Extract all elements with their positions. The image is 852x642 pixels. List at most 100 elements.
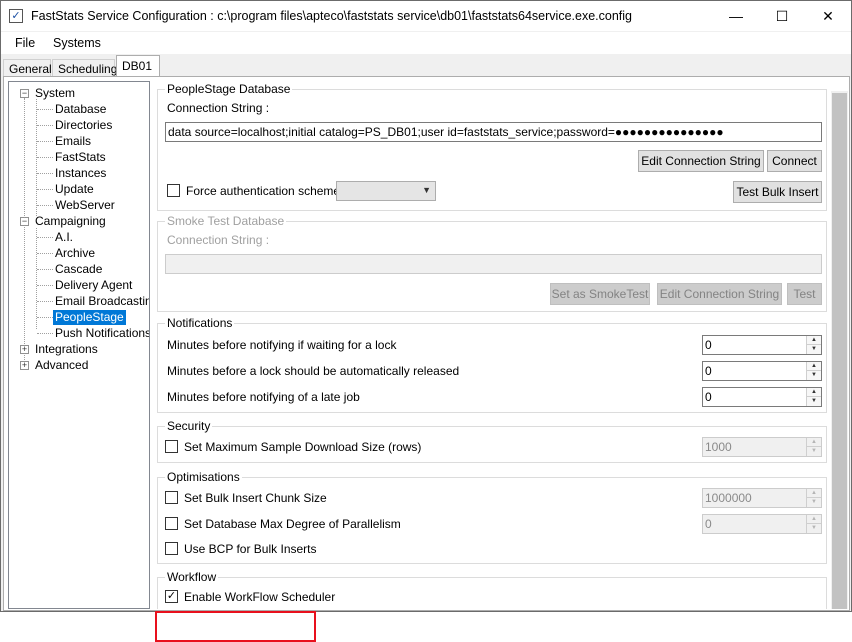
tree-node-peoplestage[interactable]: PeopleStage (53, 310, 126, 325)
spin-down-icon[interactable]: ▼ (806, 345, 821, 354)
spin-down-icon[interactable]: ▼ (806, 498, 821, 507)
group-title: Smoke Test Database (165, 214, 287, 228)
spin-up-icon[interactable]: ▲ (806, 362, 821, 371)
tab-db01[interactable]: DB01 (116, 55, 160, 77)
lock-wait-stepper[interactable]: 0 ▲ ▼ (702, 335, 822, 355)
tab-general[interactable]: General (3, 59, 52, 77)
parallelism-stepper[interactable]: 0 ▲ ▼ (702, 514, 822, 534)
tree-node-directories[interactable]: Directories (55, 118, 112, 133)
group-title: PeopleStage Database (165, 82, 293, 96)
set-as-smoketest-button[interactable]: Set as SmokeTest (550, 283, 650, 305)
tree-line (37, 157, 53, 158)
tree-line (37, 125, 53, 126)
parallelism-checkbox[interactable] (165, 517, 178, 530)
checkmark-icon: ✓ (166, 590, 177, 602)
tree-node-instances[interactable]: Instances (55, 166, 106, 181)
test-bulk-insert-button[interactable]: Test Bulk Insert (733, 181, 822, 203)
stepper-value: 1000 (705, 440, 732, 454)
stepper-value: 1000000 (705, 491, 752, 505)
tree-line (24, 98, 25, 370)
tree-node-system[interactable]: System (35, 86, 75, 101)
tree-node-advanced[interactable]: Advanced (35, 358, 88, 373)
lock-release-stepper[interactable]: 0 ▲ ▼ (702, 361, 822, 381)
title-bar[interactable]: ✓ FastStats Service Configuration : c:\p… (1, 1, 851, 31)
minimize-button[interactable]: — (713, 1, 759, 31)
lock-release-label: Minutes before a lock should be automati… (167, 364, 460, 378)
workflow-scheduler-checkbox[interactable]: ✓ (165, 590, 178, 603)
auth-scheme-select[interactable]: ▼ (336, 181, 436, 201)
smoke-connection-string-input[interactable] (165, 254, 822, 274)
tree-node-delivery-agent[interactable]: Delivery Agent (55, 278, 132, 293)
tree-line (37, 333, 53, 334)
force-auth-checkbox[interactable] (167, 184, 180, 197)
scrollbar-thumb[interactable] (832, 93, 847, 609)
tree-node-update[interactable]: Update (55, 182, 94, 197)
tree-line (37, 189, 53, 190)
window-title: FastStats Service Configuration : c:\pro… (31, 9, 632, 23)
max-sample-stepper[interactable]: 1000 ▲ ▼ (702, 437, 822, 457)
tree-node-cascade[interactable]: Cascade (55, 262, 102, 277)
edit-connection-string-button[interactable]: Edit Connection String (638, 150, 764, 172)
spin-down-icon[interactable]: ▼ (806, 524, 821, 533)
highlight-annotation (155, 611, 316, 642)
tree-node-integrations[interactable]: Integrations (35, 342, 98, 357)
tree-node-webserver[interactable]: WebServer (55, 198, 115, 213)
bulk-insert-chunk-label: Set Bulk Insert Chunk Size (184, 491, 327, 505)
bulk-insert-chunk-checkbox[interactable] (165, 491, 178, 504)
settings-tree[interactable]: − System Database Directories Emails Fas… (8, 81, 150, 609)
tree-line (37, 285, 53, 286)
spin-up-icon[interactable]: ▲ (806, 438, 821, 447)
workflow-scheduler-label: Enable WorkFlow Scheduler (184, 590, 336, 604)
smoke-edit-connection-string-button[interactable]: Edit Connection String (657, 283, 782, 305)
spin-down-icon[interactable]: ▼ (806, 447, 821, 456)
connection-string-input[interactable]: data source=localhost;initial catalog=PS… (165, 122, 822, 142)
close-button[interactable]: ✕ (805, 1, 851, 31)
force-auth-label: Force authentication scheme (186, 184, 341, 198)
menu-file[interactable]: File (15, 36, 35, 50)
tree-line (37, 269, 53, 270)
collapse-icon[interactable]: − (20, 217, 29, 226)
tree-line (37, 173, 53, 174)
group-title: Optimisations (165, 470, 242, 484)
tree-node-archive[interactable]: Archive (55, 246, 95, 261)
parallelism-label: Set Database Max Degree of Parallelism (184, 517, 401, 531)
tree-line (37, 205, 53, 206)
tab-content: − System Database Directories Emails Fas… (3, 76, 850, 642)
smoke-connection-string-label: Connection String : (167, 233, 270, 247)
max-sample-checkbox[interactable] (165, 440, 178, 453)
bulk-insert-chunk-stepper[interactable]: 1000000 ▲ ▼ (702, 488, 822, 508)
tree-node-campaigning[interactable]: Campaigning (35, 214, 106, 229)
tab-scheduling[interactable]: Scheduling (52, 59, 117, 77)
stepper-value: 0 (705, 517, 712, 531)
group-title: Security (165, 419, 213, 433)
tree-line (37, 317, 53, 318)
tree-node-push-notifications[interactable]: Push Notifications (55, 326, 149, 341)
use-bcp-checkbox[interactable] (165, 542, 178, 555)
spin-up-icon[interactable]: ▲ (806, 515, 821, 524)
menu-systems[interactable]: Systems (53, 36, 101, 50)
maximize-button[interactable]: ☐ (759, 1, 805, 31)
tree-node-database[interactable]: Database (55, 102, 106, 117)
tree-node-emails[interactable]: Emails (55, 134, 91, 149)
connect-button[interactable]: Connect (767, 150, 822, 172)
tree-line (37, 237, 53, 238)
spin-up-icon[interactable]: ▲ (806, 336, 821, 345)
expand-icon[interactable]: + (20, 345, 29, 354)
late-job-stepper[interactable]: 0 ▲ ▼ (702, 387, 822, 407)
collapse-icon[interactable]: − (20, 89, 29, 98)
spin-down-icon[interactable]: ▼ (806, 371, 821, 380)
vertical-scrollbar[interactable] (831, 91, 848, 609)
use-bcp-label: Use BCP for Bulk Inserts (184, 542, 317, 556)
tree-line (36, 228, 37, 329)
tree-node-email-broadcasting[interactable]: Email Broadcasting (55, 294, 149, 309)
tree-node-ai[interactable]: A.I. (55, 230, 73, 245)
spin-up-icon[interactable]: ▲ (806, 489, 821, 498)
checkmark-icon: ✓ (9, 9, 23, 23)
tree-node-faststats[interactable]: FastStats (55, 150, 106, 165)
spin-down-icon[interactable]: ▼ (806, 397, 821, 406)
spin-up-icon[interactable]: ▲ (806, 388, 821, 397)
smoke-test-button[interactable]: Test (787, 283, 822, 305)
expand-icon[interactable]: + (20, 361, 29, 370)
stepper-value: 0 (705, 390, 712, 404)
stepper-value: 0 (705, 364, 712, 378)
